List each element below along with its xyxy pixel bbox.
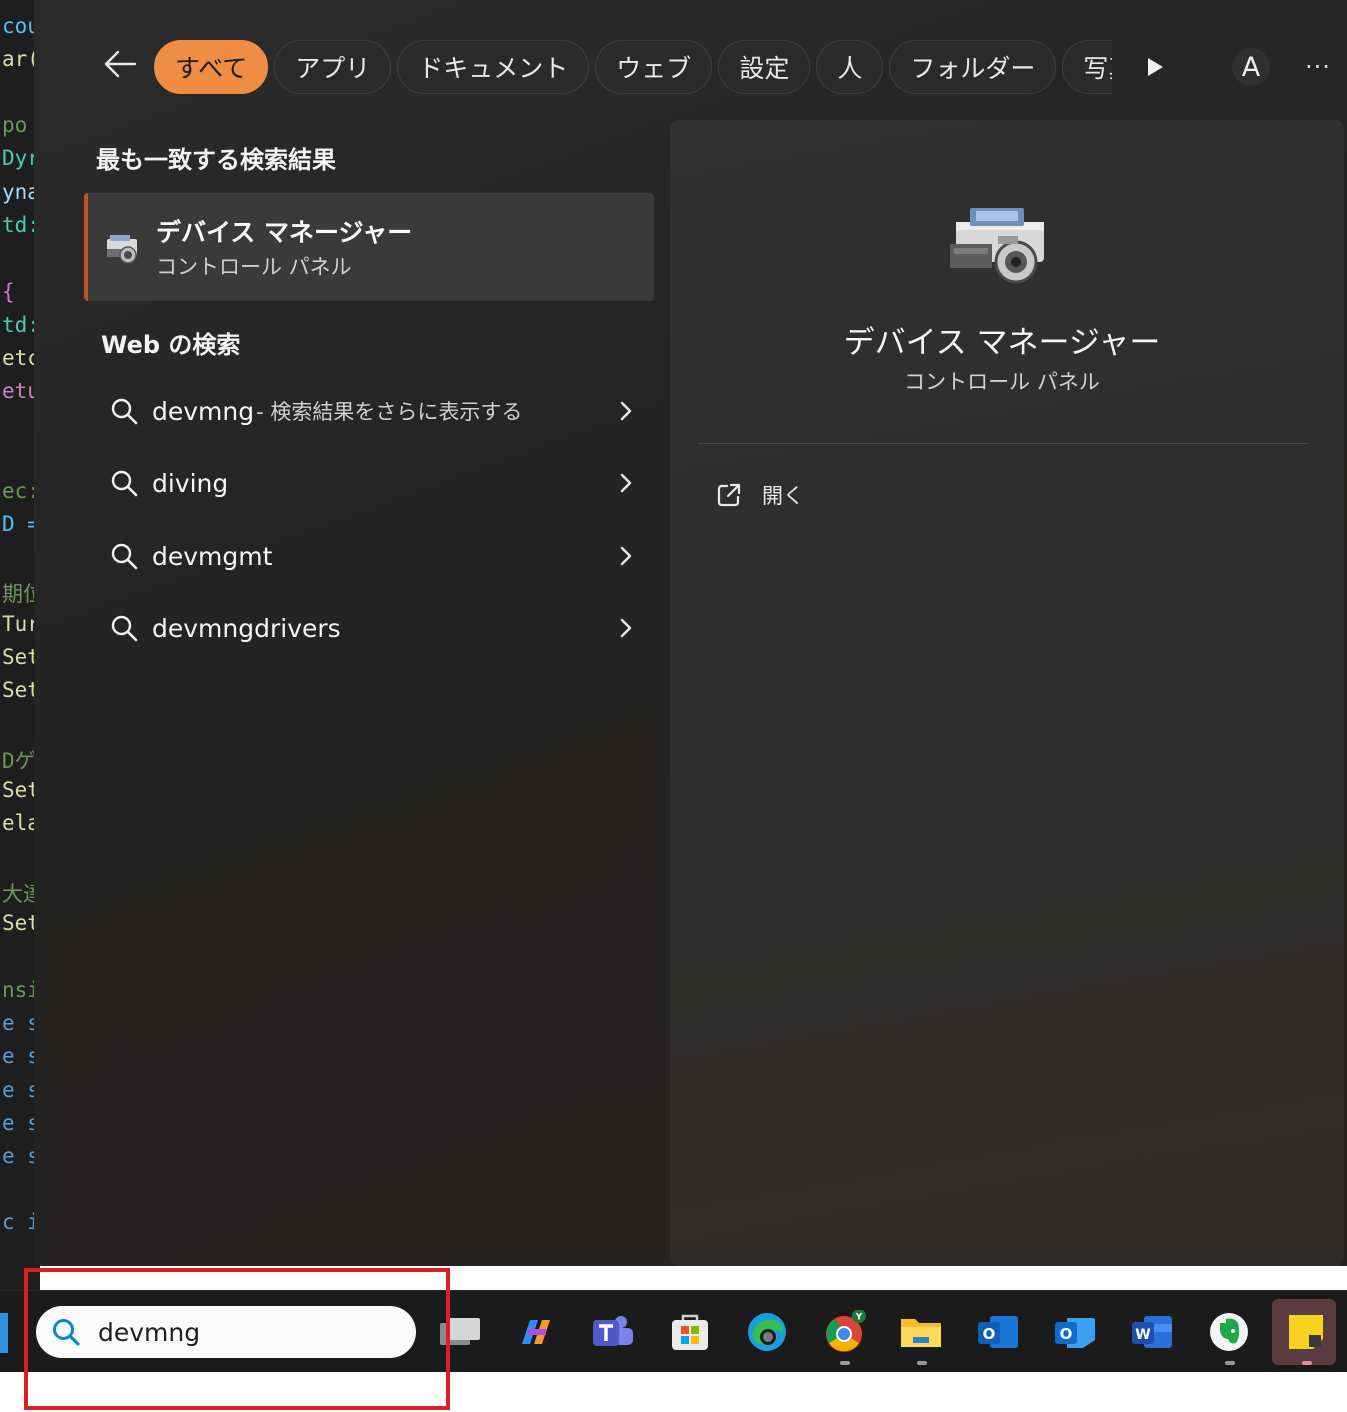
web-search-heading: Web の検索 — [101, 331, 241, 359]
search-icon — [106, 610, 142, 646]
tab-apps[interactable]: アプリ — [274, 40, 392, 94]
chevron-right-icon — [614, 399, 638, 423]
search-icon — [106, 393, 142, 429]
arrow-left-icon — [104, 50, 137, 78]
running-indicator — [840, 1361, 850, 1365]
teams-icon[interactable] — [591, 1310, 635, 1354]
file-explorer-icon[interactable] — [899, 1310, 943, 1354]
code-line: po — [2, 113, 28, 137]
preview-subtitle: コントロール パネル — [904, 370, 1100, 394]
code-line: { — [2, 280, 15, 304]
tab-folders[interactable]: フォルダー — [889, 40, 1057, 94]
code-line: Dゲ — [2, 749, 36, 773]
search-icon — [106, 465, 142, 501]
divider — [698, 443, 1308, 444]
web-search-term: devmng — [152, 396, 255, 426]
web-search-hint: - 検索結果をさらに表示する — [256, 400, 523, 424]
edge-icon[interactable] — [745, 1310, 789, 1354]
chevron-right-icon — [614, 616, 638, 640]
running-indicator — [1225, 1361, 1235, 1365]
web-search-item-devmgmt[interactable]: devmgmt — [94, 526, 634, 586]
tab-settings[interactable]: 設定 — [718, 40, 811, 94]
chevron-right-icon — [614, 471, 638, 495]
web-search-term: diving — [152, 468, 229, 498]
outlook-new-icon[interactable]: O — [1053, 1310, 1097, 1354]
best-match-heading: 最も一致する検索結果 — [96, 146, 336, 174]
web-search-item-devmngdrivers[interactable]: devmngdrivers — [94, 598, 634, 658]
more-options-button[interactable]: ··· — [1298, 50, 1338, 84]
best-match-item[interactable]: デバイス マネージャー コントロール パネル — [84, 193, 654, 301]
tab-web[interactable]: ウェブ — [595, 40, 713, 94]
best-match-subtitle: コントロール パネル — [156, 255, 352, 279]
tab-people[interactable]: 人 — [816, 40, 884, 94]
preview-pane: デバイス マネージャー コントロール パネル 開く — [670, 120, 1344, 1266]
microsoft-store-icon[interactable] — [668, 1310, 712, 1354]
search-panel: すべてアプリドキュメントウェブ設定人フォルダー写真 A ··· 最も一致する検索… — [34, 0, 1347, 1266]
account-avatar[interactable]: A — [1232, 48, 1270, 86]
sticky-notes-icon[interactable] — [1284, 1310, 1328, 1354]
device-manager-icon — [948, 200, 1052, 290]
device-manager-icon — [104, 233, 140, 271]
running-indicator — [917, 1361, 927, 1365]
open-external-icon — [717, 483, 741, 507]
highlight-box — [24, 1268, 450, 1410]
svg-text:Y: Y — [855, 1313, 863, 1323]
more-tabs-button[interactable] — [1138, 50, 1172, 84]
filter-tabs: すべてアプリドキュメントウェブ設定人フォルダー写真 — [154, 40, 1112, 96]
open-label: 開く — [762, 484, 804, 508]
copilot-icon[interactable] — [514, 1310, 558, 1354]
tab-documents[interactable]: ドキュメント — [397, 40, 590, 94]
web-search-item-diving[interactable]: diving — [94, 453, 634, 513]
evernote-icon[interactable] — [1207, 1310, 1251, 1354]
start-button[interactable] — [0, 1313, 8, 1353]
web-search-item-devmng[interactable]: devmng - 検索結果をさらに表示する — [94, 381, 634, 441]
web-search-term: devmgmt — [152, 541, 273, 571]
chevron-right-icon — [614, 544, 638, 568]
running-indicator — [1302, 1361, 1312, 1365]
svg-text:O: O — [983, 1325, 996, 1343]
web-search-term: devmngdrivers — [152, 613, 341, 643]
outlook-classic-icon[interactable]: O — [976, 1310, 1020, 1354]
play-icon — [1148, 58, 1163, 76]
search-icon — [106, 538, 142, 574]
chrome-icon[interactable]: Y — [822, 1310, 866, 1354]
word-icon[interactable]: W — [1130, 1310, 1174, 1354]
back-button[interactable] — [100, 44, 140, 84]
open-action[interactable]: 開く — [716, 480, 804, 510]
tab-all[interactable]: すべて — [154, 40, 269, 94]
svg-text:W: W — [1135, 1327, 1150, 1343]
best-match-name: デバイス マネージャー — [156, 218, 413, 247]
svg-text:O: O — [1060, 1325, 1073, 1343]
tab-photos[interactable]: 写真 — [1062, 40, 1112, 94]
preview-title: デバイス マネージャー — [843, 325, 1161, 361]
